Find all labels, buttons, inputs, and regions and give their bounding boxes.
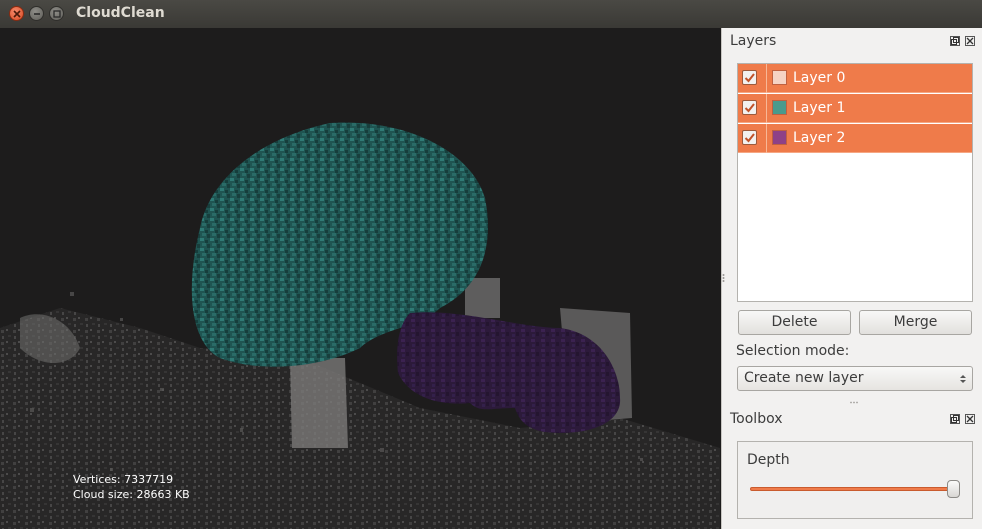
side-panel: Layers Layer 0 Layer 1 Layer 2 Delete Me… [721, 28, 982, 529]
checkmark-icon [744, 133, 755, 143]
depth-label: Depth [747, 452, 790, 468]
checkmark-icon [744, 73, 755, 83]
layers-dock-buttons [950, 36, 978, 48]
layers-close-button[interactable] [965, 36, 975, 46]
layer-0-checkbox[interactable] [742, 70, 757, 85]
layer-1-label: Layer 1 [793, 100, 846, 116]
layer-1-color-swatch[interactable] [772, 100, 787, 115]
toolbox-close-button[interactable] [965, 414, 975, 424]
layer-2-label: Layer 2 [793, 130, 846, 146]
layer-row-1[interactable]: Layer 1 [738, 94, 972, 123]
point-cloud-render [0, 122, 720, 529]
layer-2-checkbox[interactable] [742, 130, 757, 145]
maximize-window-button[interactable] [49, 6, 64, 21]
toolbox-dock-title: Toolbox [730, 411, 783, 427]
toolbox-panel: Depth [737, 441, 973, 519]
cloud-stats: Vertices: 7337719 Cloud size: 28663 KB [73, 472, 190, 502]
layer-1-checkbox[interactable] [742, 100, 757, 115]
layer-row-0[interactable]: Layer 0 [738, 64, 972, 93]
toolbox-dock-buttons [950, 414, 978, 426]
cloud-size: Cloud size: 28663 KB [73, 488, 190, 501]
selection-mode-label: Selection mode: [736, 343, 850, 359]
merge-layers-button[interactable]: Merge [859, 310, 972, 335]
layer-divider [766, 64, 767, 93]
selection-mode-dropdown[interactable]: Create new layer [737, 366, 973, 391]
checkmark-icon [744, 103, 755, 113]
layer-0-label: Layer 0 [793, 70, 846, 86]
dock-close-icon [966, 37, 974, 45]
layer-divider [766, 124, 767, 153]
toolbox-float-button[interactable] [950, 414, 960, 424]
depth-slider-handle[interactable] [947, 480, 960, 498]
combo-arrows-icon [960, 375, 966, 383]
float-icon [951, 37, 959, 45]
panel-resize-handle[interactable] [722, 273, 725, 283]
float-icon [951, 415, 959, 423]
layer-2-color-swatch[interactable] [772, 130, 787, 145]
close-window-button[interactable] [9, 6, 24, 21]
title-bar: CloudClean [0, 0, 982, 28]
minimize-icon [34, 13, 40, 15]
window-title: CloudClean [76, 5, 165, 21]
vertices-count: Vertices: 7337719 [73, 473, 174, 486]
delete-layer-button[interactable]: Delete [738, 310, 851, 335]
layer-list[interactable]: Layer 0 Layer 1 Layer 2 [737, 63, 973, 302]
layer-divider [766, 94, 767, 123]
layer-0-color-swatch[interactable] [772, 70, 787, 85]
dock-close-icon [966, 415, 974, 423]
depth-slider-track[interactable] [750, 487, 955, 491]
layers-float-button[interactable] [950, 36, 960, 46]
dock-splitter-handle[interactable] [850, 401, 858, 404]
layers-dock-title: Layers [730, 33, 777, 49]
minimize-window-button[interactable] [29, 6, 44, 21]
close-icon [13, 10, 21, 18]
maximize-icon [53, 10, 61, 18]
layer-row-2[interactable]: Layer 2 [738, 124, 972, 153]
point-cloud-viewport[interactable]: Vertices: 7337719 Cloud size: 28663 KB [0, 28, 721, 529]
selection-mode-value: Create new layer [744, 370, 864, 386]
